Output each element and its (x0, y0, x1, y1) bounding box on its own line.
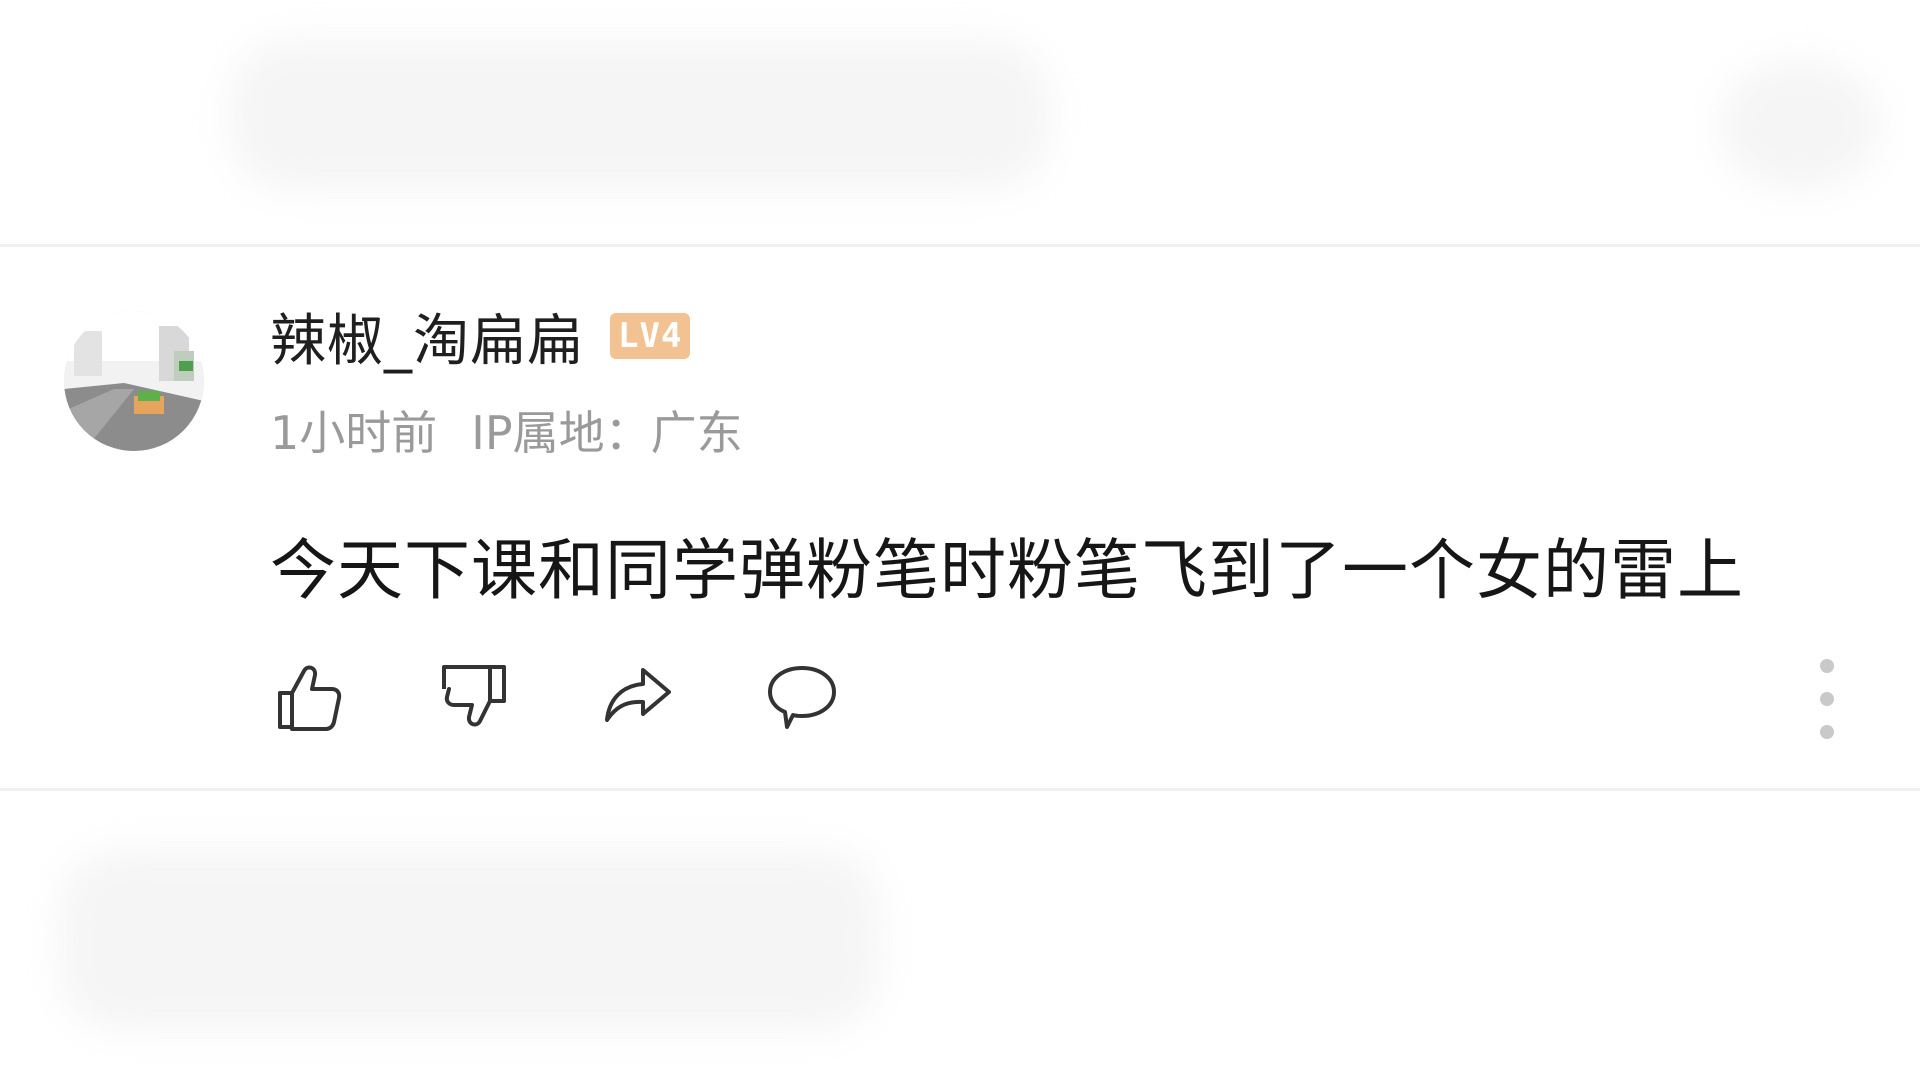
blurred-previous-comment (230, 40, 1050, 190)
level-badge: LV4 (610, 313, 691, 359)
speech-bubble-icon (768, 666, 836, 729)
avatar-image (64, 311, 204, 451)
ip-location: IP属地：广东 (471, 406, 743, 460)
avatar[interactable] (64, 311, 204, 451)
thumbs-down-icon (442, 665, 506, 727)
more-options-button[interactable] (1812, 659, 1842, 739)
username[interactable]: 辣椒_淘扁扁 (270, 296, 584, 377)
comment-actions (270, 657, 926, 737)
vertical-ellipsis-icon (1820, 692, 1834, 706)
thumbs-up-icon (278, 665, 342, 731)
share-button[interactable] (598, 657, 678, 737)
divider-bottom (0, 788, 1920, 791)
time-ago: 1小时前 (270, 406, 438, 460)
comment-meta: 1小时前 IP属地：广东 (270, 397, 743, 463)
dislike-button[interactable] (434, 657, 514, 737)
share-arrow-icon (605, 668, 671, 722)
reply-button[interactable] (762, 657, 842, 737)
like-button[interactable] (270, 657, 350, 737)
comment-text: 今天下课和同学弹粉笔时粉笔飞到了一个女的雷上 (270, 532, 1744, 609)
vertical-ellipsis-icon (1820, 659, 1834, 673)
comment-feed: 辣椒_淘扁扁 LV4 1小时前 IP属地：广东 今天下课和同学弹粉笔时粉笔飞到了… (0, 0, 1920, 1080)
username-row: 辣椒_淘扁扁 LV4 (270, 301, 691, 374)
blurred-previous-icon (1720, 60, 1880, 190)
vertical-ellipsis-icon (1820, 725, 1834, 739)
blurred-next-comment (60, 850, 880, 1030)
comment-item: 辣椒_淘扁扁 LV4 1小时前 IP属地：广东 今天下课和同学弹粉笔时粉笔飞到了… (0, 247, 1920, 787)
